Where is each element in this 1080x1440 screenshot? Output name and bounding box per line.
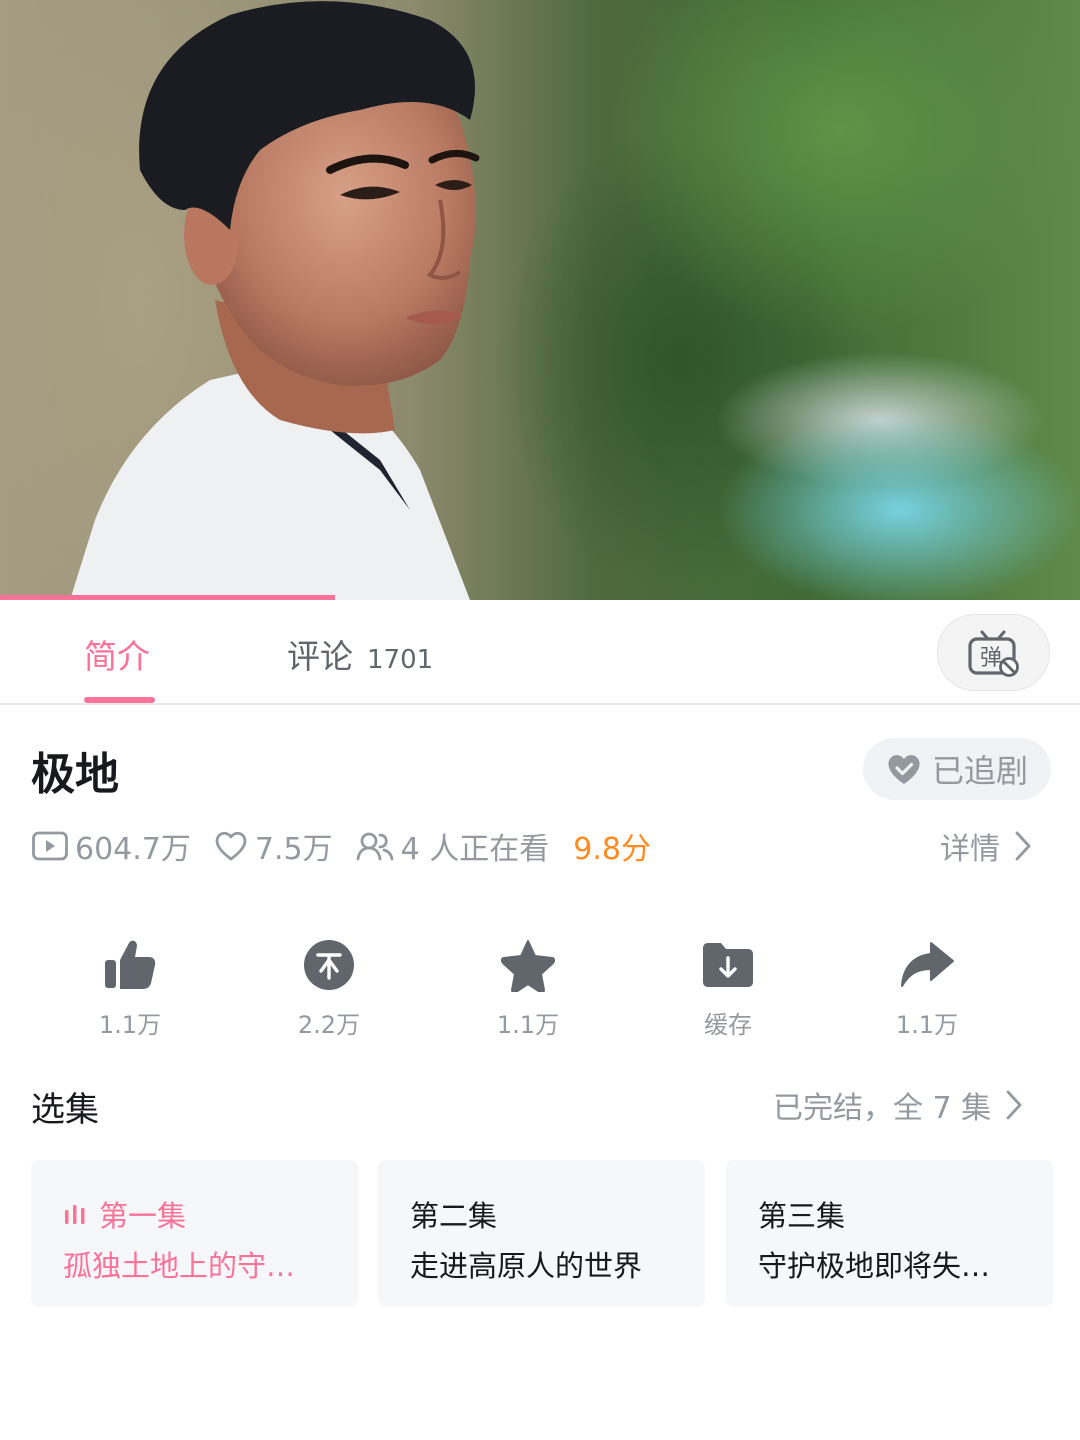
tab-comments[interactable]: 评论 1701 xyxy=(287,630,433,678)
svg-text:弹: 弹 xyxy=(980,646,1002,671)
details-link[interactable]: 详情 xyxy=(940,824,1032,868)
active-tab-indicator xyxy=(84,697,155,703)
video-frame-person xyxy=(70,1,480,600)
episode-name: 第一集 xyxy=(99,1199,187,1233)
video-player[interactable] xyxy=(0,0,1080,600)
thumbs-up-icon xyxy=(105,940,156,989)
heart-outline-icon xyxy=(215,831,247,861)
video-title: 极地 xyxy=(31,749,119,800)
chevron-right-icon xyxy=(1006,1090,1022,1120)
episodes-status: 已完结，全 7 集 xyxy=(773,1091,992,1126)
play-icon xyxy=(32,831,68,861)
danmaku-toggle-button[interactable]: 弹 xyxy=(937,614,1050,691)
heart-check-icon xyxy=(888,755,920,784)
coin-button[interactable]: 2.2万 xyxy=(259,935,399,1040)
watching-count-stat: 4 人正在看 xyxy=(355,824,550,868)
coin-icon xyxy=(304,940,354,990)
like-button[interactable]: 1.1万 xyxy=(60,935,200,1040)
favorite-count: 7.5万 xyxy=(254,832,333,867)
episode-name: 第二集 xyxy=(410,1199,498,1233)
episode-subtitle: 走进高原人的世界 xyxy=(410,1249,643,1283)
share-icon xyxy=(901,942,954,987)
danmaku-off-icon: 弹 xyxy=(967,630,1019,677)
details-label: 详情 xyxy=(940,832,1000,867)
comment-count: 1701 xyxy=(367,645,434,675)
cache-button[interactable]: 缓存 xyxy=(658,935,798,1040)
coin-count: 2.2万 xyxy=(297,1011,361,1039)
chevron-right-icon xyxy=(1015,831,1031,861)
follow-label: 已追剧 xyxy=(931,752,1028,790)
episode-subtitle: 孤独土地上的守… xyxy=(63,1249,296,1283)
episode-card-2[interactable]: 第二集 走进高原人的世界 xyxy=(378,1160,705,1307)
cache-label: 缓存 xyxy=(704,1011,752,1039)
episode-card-1[interactable]: 第一集 孤独土地上的守… xyxy=(31,1160,358,1307)
tab-comments-label: 评论 xyxy=(287,637,353,676)
download-folder-icon xyxy=(703,943,753,987)
share-count: 1.1万 xyxy=(895,1011,959,1039)
tab-intro-label: 简介 xyxy=(84,637,150,676)
follow-series-button[interactable]: 已追剧 xyxy=(863,738,1051,800)
episode-subtitle: 守护极地即将失… xyxy=(758,1249,991,1283)
star-icon xyxy=(500,940,556,992)
now-playing-icon xyxy=(65,1205,85,1224)
tab-intro[interactable]: 简介 xyxy=(84,630,150,678)
episodes-section-title: 选集 xyxy=(31,1090,99,1130)
episode-card-3[interactable]: 第三集 守护极地即将失… xyxy=(726,1160,1053,1307)
favorite-button[interactable]: 1.1万 xyxy=(458,935,598,1040)
watching-count: 4 人正在看 xyxy=(400,832,550,867)
episodes-status-link[interactable]: 已完结，全 7 集 xyxy=(773,1084,1023,1126)
episode-name: 第三集 xyxy=(758,1199,846,1233)
share-button[interactable]: 1.1万 xyxy=(857,935,997,1040)
play-count-stat: 604.7万 xyxy=(31,824,191,868)
video-stats: 604.7万 7.5万 4 人正在看 9.8分 xyxy=(31,824,651,868)
rating-score: 9.8分 xyxy=(573,832,651,867)
action-bar: 1.1万 2.2万 1.1万 缓存 1.1万 xyxy=(0,935,1080,1045)
tab-bar: 简介 评论 1701 xyxy=(0,600,1080,705)
viewers-icon xyxy=(356,832,394,861)
like-count: 1.1万 xyxy=(98,1011,162,1039)
favorite-count-stat: 7.5万 xyxy=(213,824,333,868)
play-count: 604.7万 xyxy=(75,832,191,867)
favorite-count-action: 1.1万 xyxy=(496,1011,560,1039)
